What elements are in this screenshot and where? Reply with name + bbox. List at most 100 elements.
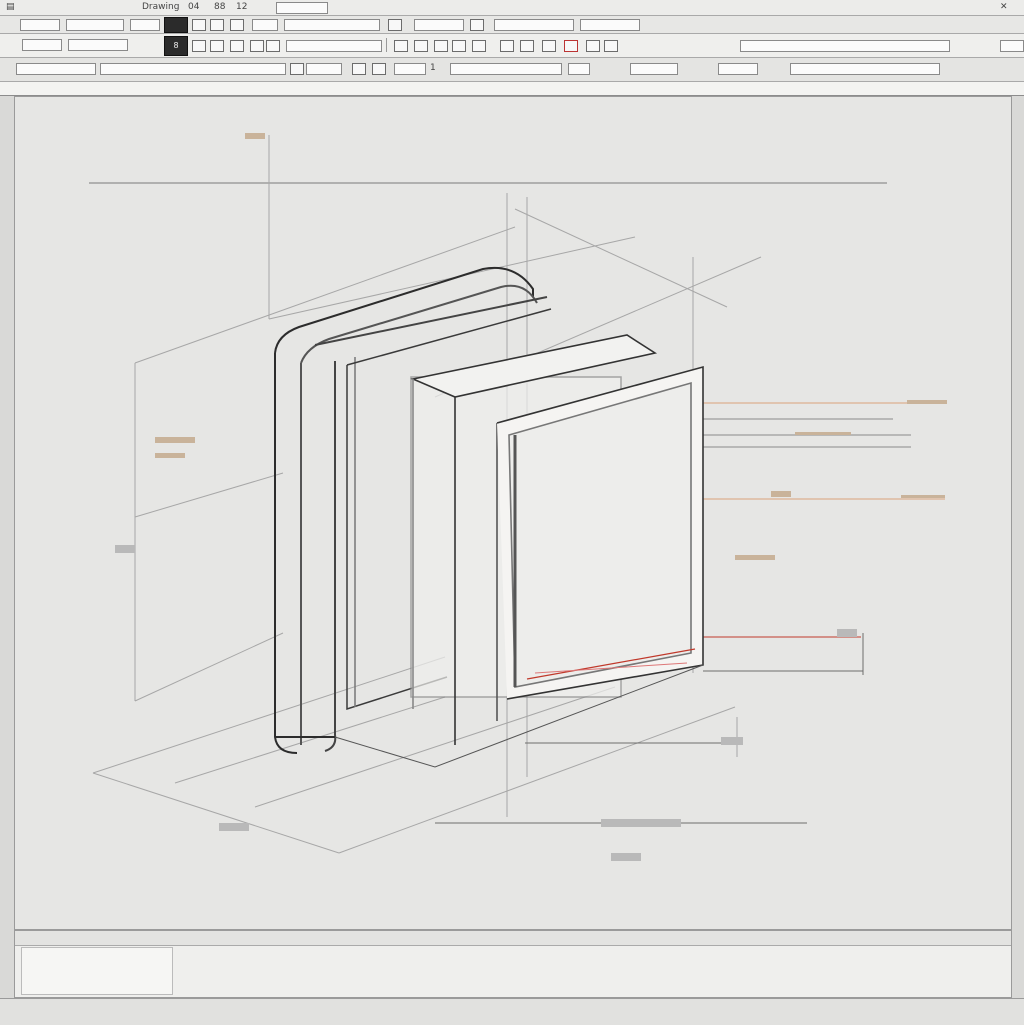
history-item[interactable] xyxy=(22,984,172,993)
annotation-mark xyxy=(795,432,851,435)
floor-line xyxy=(174,696,446,784)
history-item[interactable] xyxy=(22,948,172,957)
file-combobox[interactable] xyxy=(22,39,62,51)
dimension-label xyxy=(115,545,135,553)
undo-icon[interactable] xyxy=(250,40,264,52)
stop-icon[interactable] xyxy=(564,40,578,52)
app-menu-icon[interactable]: ▤ xyxy=(6,2,15,12)
dimension-label xyxy=(837,629,857,637)
paste-icon[interactable] xyxy=(230,19,244,31)
leaf-inner-panel xyxy=(508,381,692,688)
zoom-icon[interactable] xyxy=(472,40,486,52)
annotation-mark xyxy=(907,400,947,404)
layer-tab[interactable] xyxy=(394,63,426,75)
output-tab[interactable] xyxy=(630,63,678,75)
dimension-label xyxy=(721,737,743,745)
property-dropdown[interactable] xyxy=(284,19,380,31)
toolbar-row-2: 8 xyxy=(0,34,1024,58)
ribbon-bar: 1 xyxy=(0,58,1024,82)
view-dropdown[interactable] xyxy=(494,19,574,31)
dimension-label xyxy=(219,823,249,831)
history-item[interactable] xyxy=(22,966,172,975)
options-dropdown[interactable] xyxy=(1000,40,1024,52)
floor-line xyxy=(92,772,340,854)
redo-icon[interactable] xyxy=(266,40,280,52)
drawing-canvas[interactable] xyxy=(14,96,1012,930)
command-panel xyxy=(14,930,1012,998)
history-item[interactable] xyxy=(22,957,172,966)
annotation-mark xyxy=(155,437,195,443)
command-tab[interactable] xyxy=(100,63,286,75)
menu-item-12[interactable]: 12 xyxy=(236,2,247,12)
layer-icon[interactable] xyxy=(394,40,408,52)
ribbon-label-1: 1 xyxy=(430,63,436,73)
construction-line xyxy=(514,208,728,308)
toolbar-separator xyxy=(386,38,387,52)
grid-icon[interactable] xyxy=(452,40,466,52)
frame-jamb xyxy=(324,361,337,752)
linetype-dropdown[interactable] xyxy=(252,19,278,31)
menu-bar: ▤ Drawing 04 88 12 ✕ xyxy=(0,0,1024,16)
drawing-combobox[interactable] xyxy=(68,39,128,51)
floor-line xyxy=(338,706,736,854)
active-tool-button[interactable] xyxy=(164,17,188,33)
annotate-tab[interactable] xyxy=(568,63,590,75)
menu-item-88[interactable]: 88 xyxy=(214,2,225,12)
construction-line xyxy=(134,632,284,702)
dark-tool-button[interactable]: 8 xyxy=(164,36,188,56)
style-dropdown[interactable] xyxy=(130,19,160,31)
dimension-label xyxy=(611,853,641,861)
filter-icon[interactable] xyxy=(388,19,402,31)
frame-top-edge xyxy=(274,267,534,354)
layer-dropdown[interactable] xyxy=(66,19,124,31)
menu-item-04[interactable]: 04 xyxy=(188,2,199,12)
pencil-icon[interactable] xyxy=(290,63,304,75)
toolbar-row-1 xyxy=(0,16,1024,34)
print-icon[interactable] xyxy=(230,40,244,52)
menu-dropdown[interactable] xyxy=(276,2,328,14)
annotation-mark xyxy=(245,133,265,139)
cad-application-window: ▤ Drawing 04 88 12 ✕ 8 1 xyxy=(0,0,1024,1025)
properties-tab[interactable] xyxy=(16,63,96,75)
open-icon[interactable] xyxy=(192,40,206,52)
isometric-door-frame-sketch xyxy=(89,133,947,861)
measure-icon[interactable] xyxy=(434,40,448,52)
view3d-icon[interactable] xyxy=(520,40,534,52)
command-history-list[interactable] xyxy=(21,947,173,995)
command-panel-header xyxy=(15,931,1011,946)
copy-icon[interactable] xyxy=(210,19,224,31)
floor-line xyxy=(92,656,446,774)
status-bar xyxy=(0,998,1024,1025)
lock-icon[interactable] xyxy=(470,19,484,31)
render-icon[interactable] xyxy=(500,40,514,52)
save-icon[interactable] xyxy=(210,40,224,52)
annotation-mark xyxy=(735,555,775,560)
view-tab[interactable] xyxy=(718,63,758,75)
pin-icon[interactable] xyxy=(372,63,386,75)
search-input[interactable] xyxy=(740,40,950,52)
command-combobox[interactable] xyxy=(286,40,382,52)
menu-item-drawing[interactable]: Drawing xyxy=(142,2,179,12)
dimension-tab[interactable] xyxy=(450,63,562,75)
snap-icon[interactable] xyxy=(414,40,428,52)
manage-tab[interactable] xyxy=(790,63,940,75)
annotation-mark xyxy=(901,495,945,498)
units-dropdown[interactable] xyxy=(580,19,640,31)
settings-icon[interactable] xyxy=(586,40,600,52)
color-icon[interactable] xyxy=(542,40,556,52)
window-close-icon[interactable]: ✕ xyxy=(1000,2,1008,12)
frame-lintel xyxy=(314,296,548,346)
construction-line xyxy=(134,472,284,518)
annotation-mark xyxy=(155,453,185,458)
style-tab[interactable] xyxy=(306,63,342,75)
frame-left-edge xyxy=(274,353,298,754)
annotation-mark xyxy=(771,491,791,497)
dimension-label xyxy=(601,819,681,827)
palette-icon[interactable] xyxy=(352,63,366,75)
help-icon[interactable] xyxy=(604,40,618,52)
history-item[interactable] xyxy=(22,975,172,984)
command-hint-row xyxy=(0,82,1024,96)
workspace-dropdown[interactable] xyxy=(20,19,60,31)
refresh-icon[interactable] xyxy=(192,19,206,31)
scale-dropdown[interactable] xyxy=(414,19,464,31)
